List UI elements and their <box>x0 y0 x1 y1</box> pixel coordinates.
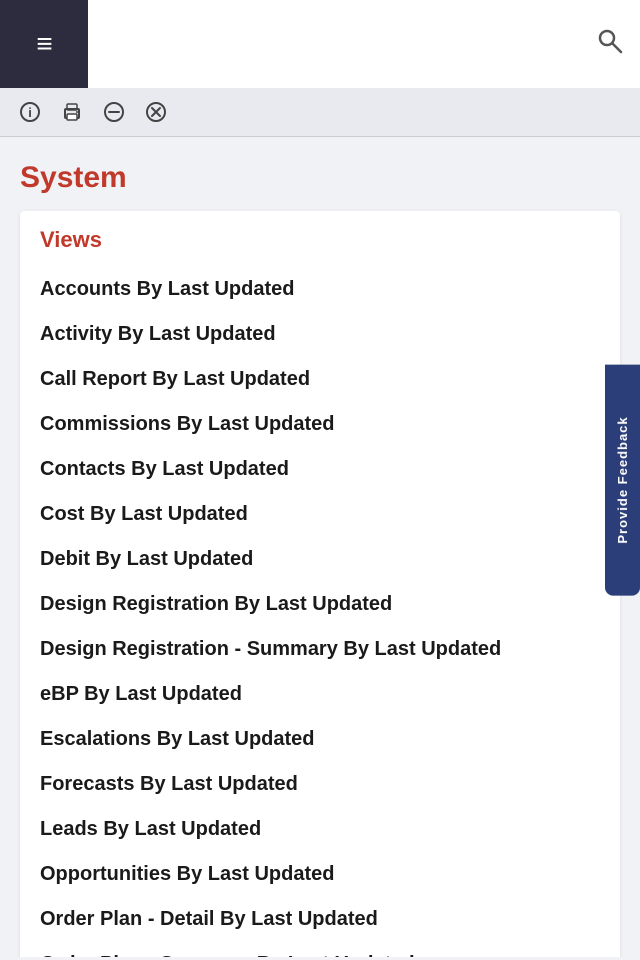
search-icon[interactable] <box>596 27 624 62</box>
list-item[interactable]: Opportunities By Last Updated <box>40 852 600 897</box>
list-item[interactable]: Order Plan - Summary By Last Updated <box>40 942 600 957</box>
hamburger-icon: ≡ <box>36 30 51 58</box>
close-icon[interactable] <box>142 98 170 126</box>
main-content: System Views Accounts By Last UpdatedAct… <box>0 137 640 957</box>
print-icon[interactable] <box>58 98 86 126</box>
list-item[interactable]: Accounts By Last Updated <box>40 267 600 312</box>
header-right <box>88 0 640 88</box>
list-container: Accounts By Last UpdatedActivity By Last… <box>40 267 600 957</box>
menu-button[interactable]: ≡ <box>0 0 88 88</box>
list-item[interactable]: Forecasts By Last Updated <box>40 762 600 807</box>
feedback-tab[interactable]: Provide Feedback <box>605 364 640 595</box>
feedback-label: Provide Feedback <box>615 416 630 543</box>
list-item[interactable]: Debit By Last Updated <box>40 537 600 582</box>
section-title: System <box>20 161 620 195</box>
list-item[interactable]: Call Report By Last Updated <box>40 357 600 402</box>
list-item[interactable]: Design Registration By Last Updated <box>40 582 600 627</box>
list-item[interactable]: Design Registration - Summary By Last Up… <box>40 627 600 672</box>
list-item[interactable]: Contacts By Last Updated <box>40 447 600 492</box>
list-item[interactable]: Order Plan - Detail By Last Updated <box>40 897 600 942</box>
minus-circle-icon[interactable] <box>100 98 128 126</box>
info-icon[interactable]: i <box>16 98 44 126</box>
toolbar: i <box>0 88 640 137</box>
list-item[interactable]: Cost By Last Updated <box>40 492 600 537</box>
views-card: Views Accounts By Last UpdatedActivity B… <box>20 211 620 957</box>
list-item[interactable]: Activity By Last Updated <box>40 312 600 357</box>
svg-text:i: i <box>28 105 32 120</box>
list-item[interactable]: Escalations By Last Updated <box>40 717 600 762</box>
header: ≡ <box>0 0 640 88</box>
list-item[interactable]: Commissions By Last Updated <box>40 402 600 447</box>
list-item[interactable]: eBP By Last Updated <box>40 672 600 717</box>
views-heading: Views <box>40 227 600 253</box>
list-item[interactable]: Leads By Last Updated <box>40 807 600 852</box>
